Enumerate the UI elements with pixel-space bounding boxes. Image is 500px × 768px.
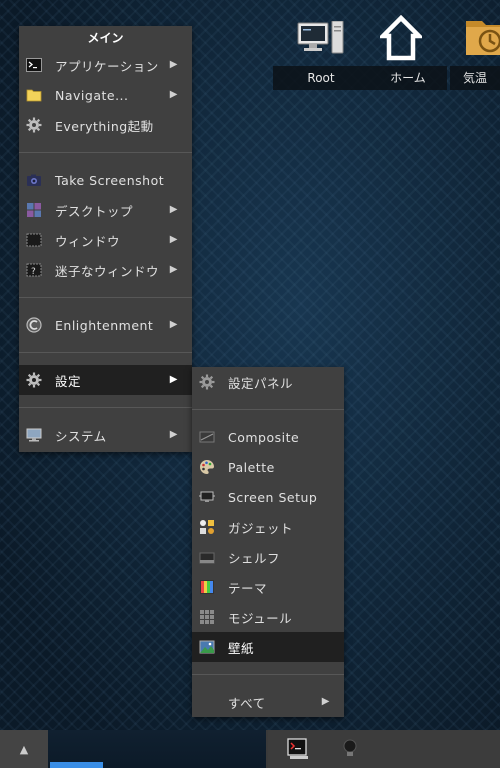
menu-item-everything[interactable]: Everything起動 xyxy=(19,110,192,140)
up-arrow-icon: ▲ xyxy=(19,742,29,756)
submenu-item-composite[interactable]: Composite xyxy=(192,422,344,452)
main-menu-title: メイン xyxy=(87,31,124,45)
lost-window-icon: ? xyxy=(26,262,42,278)
start-menu-button[interactable]: ▲ xyxy=(0,730,48,768)
submenu-item-modules[interactable]: モジュール xyxy=(192,602,344,632)
menu-item-enlightenment[interactable]: Enlightenment ▶ xyxy=(19,310,192,340)
gadget-icon xyxy=(199,519,215,535)
settings-submenu: 設定パネル Composite Palette Screen Setup ガジェ… xyxy=(192,367,344,717)
submenu-arrow-icon: ▶ xyxy=(169,89,178,100)
menu-item-take-screenshot[interactable]: Take Screenshot xyxy=(19,165,192,195)
menu-item-label: テーマ xyxy=(228,580,268,596)
blank-icon xyxy=(199,694,215,710)
screen-setup-icon xyxy=(199,489,215,505)
submenu-arrow-icon: ▶ xyxy=(169,234,178,245)
menu-item-label: システム xyxy=(55,428,107,444)
menu-item-label: Screen Setup xyxy=(228,489,318,505)
menu-separator xyxy=(19,340,192,365)
desktop-pager[interactable] xyxy=(48,730,266,768)
submenu-item-wallpaper[interactable]: 壁紙 xyxy=(192,632,344,662)
menu-item-label: すべて xyxy=(228,695,266,711)
gear-icon xyxy=(26,117,42,133)
submenu-item-shelves[interactable]: シェルフ xyxy=(192,542,344,572)
menu-item-label: 設定パネル xyxy=(228,375,294,391)
shelf-icon xyxy=(199,549,215,565)
theme-icon xyxy=(199,579,215,595)
menu-item-label: モジュール xyxy=(228,610,293,626)
menu-item-label: ウィンドウ xyxy=(55,233,121,249)
menu-item-navigate[interactable]: Navigate... ▶ xyxy=(19,80,192,110)
menu-item-label: Take Screenshot xyxy=(55,172,165,188)
menu-item-system[interactable]: システム ▶ xyxy=(19,420,192,450)
root-icon-label: Root xyxy=(273,66,369,90)
submenu-item-gadgets[interactable]: ガジェット xyxy=(192,512,344,542)
bottom-shelf: ▲ xyxy=(0,730,500,768)
submenu-arrow-icon: ▶ xyxy=(169,319,178,330)
main-menu: メイン アプリケーション ▶ Navigate... ▶ Everything起… xyxy=(19,26,192,452)
desktop-icon xyxy=(26,202,42,218)
wallpaper-icon xyxy=(199,639,215,655)
menu-item-settings[interactable]: 設定 ▶ xyxy=(19,365,192,395)
module-icon xyxy=(199,609,215,625)
menu-item-label: アプリケーション xyxy=(55,58,159,74)
submenu-item-screen-setup[interactable]: Screen Setup xyxy=(192,482,344,512)
submenu-arrow-icon: ▶ xyxy=(169,204,178,215)
menu-item-label: Everything起動 xyxy=(55,118,154,134)
clock-folder-icon xyxy=(466,21,500,55)
temperature-folder-icon[interactable] xyxy=(452,8,500,68)
computer-icon xyxy=(297,21,344,54)
monitor-icon xyxy=(26,427,42,443)
menu-item-applications[interactable]: アプリケーション ▶ xyxy=(19,50,192,80)
svg-text:?: ? xyxy=(31,267,36,277)
menu-item-label: Enlightenment xyxy=(55,317,154,333)
menu-item-label: シェルフ xyxy=(228,550,281,566)
enlightenment-icon xyxy=(26,317,42,333)
submenu-arrow-icon: ▶ xyxy=(169,59,178,70)
submenu-item-settings-panel[interactable]: 設定パネル xyxy=(192,367,344,397)
menu-item-label: 迷子なウィンドウ xyxy=(55,263,160,279)
menu-item-label: ガジェット xyxy=(228,520,294,536)
home-icon xyxy=(380,15,422,61)
menu-separator xyxy=(19,140,192,165)
pager-active-desk-indicator xyxy=(50,762,103,768)
folder-icon xyxy=(26,87,42,103)
window-icon xyxy=(26,232,42,248)
temperature-icon-label: 気温 xyxy=(450,66,500,90)
menu-item-label: Palette xyxy=(228,459,275,475)
menu-separator xyxy=(19,395,192,420)
submenu-item-all[interactable]: すべて ▶ xyxy=(192,687,344,717)
terminal-launcher-icon[interactable] xyxy=(286,737,310,765)
menu-item-label: 壁紙 xyxy=(228,640,255,656)
root-computer-icon[interactable] xyxy=(289,8,353,68)
submenu-arrow-icon: ▶ xyxy=(169,374,178,385)
camera-icon xyxy=(26,172,42,188)
menu-item-label: Composite xyxy=(228,429,300,445)
menu-item-label: デスクトップ xyxy=(55,203,134,219)
menu-item-label: 設定 xyxy=(55,373,82,389)
menu-item-lost-windows[interactable]: ? 迷子なウィンドウ ▶ xyxy=(19,255,192,285)
submenu-arrow-icon: ▶ xyxy=(169,429,178,440)
menu-item-label: Navigate... xyxy=(55,87,129,103)
menu-separator xyxy=(192,397,344,422)
menu-item-desktop[interactable]: デスクトップ ▶ xyxy=(19,195,192,225)
submenu-arrow-icon: ▶ xyxy=(169,264,178,275)
submenu-item-palette[interactable]: Palette xyxy=(192,452,344,482)
system-tray xyxy=(268,730,500,768)
gear-icon xyxy=(199,374,215,390)
palette-icon xyxy=(199,459,215,475)
home-icon-label: ホーム xyxy=(369,66,447,90)
home-folder-icon[interactable] xyxy=(369,8,433,68)
terminal-icon xyxy=(26,57,42,73)
composite-icon xyxy=(199,429,215,445)
submenu-item-theme[interactable]: テーマ xyxy=(192,572,344,602)
submenu-arrow-icon: ▶ xyxy=(321,696,330,707)
menu-item-window[interactable]: ウィンドウ ▶ xyxy=(19,225,192,255)
menu-separator xyxy=(19,285,192,310)
menu-separator xyxy=(192,662,344,687)
gear-icon xyxy=(26,372,42,388)
lightbulb-icon[interactable] xyxy=(342,739,358,763)
